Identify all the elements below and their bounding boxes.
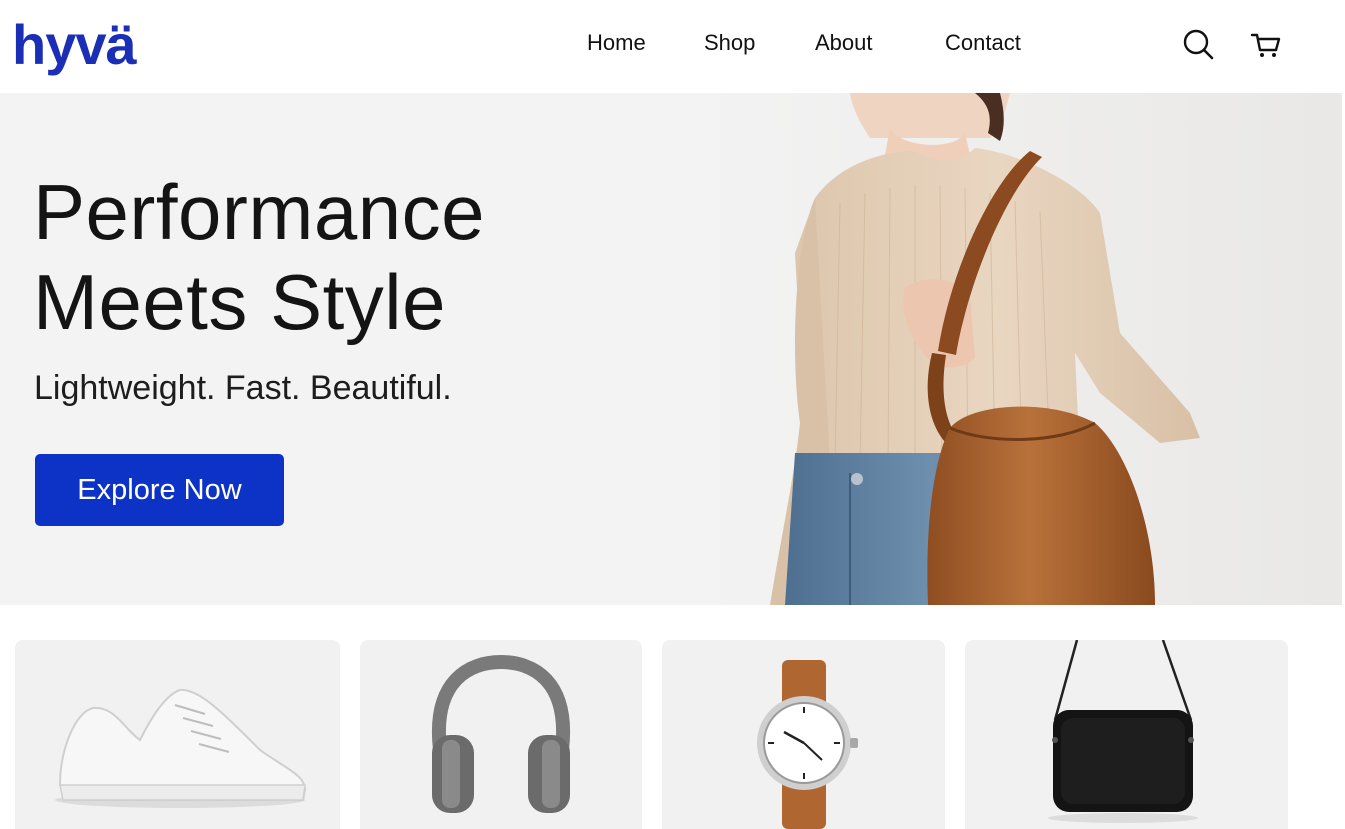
hero-subtitle: Lightweight. Fast. Beautiful. [34,369,452,407]
nav-home[interactable]: Home [587,30,646,56]
hero-banner: Performance Meets Style Lightweight. Fas… [0,93,1342,605]
hyva-logo[interactable]: hyvä [12,12,144,84]
hero-image [700,93,1342,605]
product-card-headphones[interactable] [360,640,642,829]
search-icon[interactable] [1180,26,1216,62]
nav-about[interactable]: About [815,30,873,56]
nav-contact[interactable]: Contact [945,30,1021,56]
nav-shop[interactable]: Shop [704,30,755,56]
crossbody-bag-image [1048,640,1198,823]
product-card-watch[interactable] [662,640,945,829]
cart-icon[interactable] [1248,26,1284,62]
product-card-sneaker[interactable] [15,640,340,829]
hero-title-line-1: Performance [33,168,486,256]
explore-now-button[interactable]: Explore Now [35,454,284,526]
hero-title-line-2: Meets Style [33,258,446,346]
headphones-image [431,654,571,813]
sneaker-image [55,688,307,808]
watch-image [757,660,858,829]
product-card-crossbody-bag[interactable] [965,640,1288,829]
svg-text:hyvä: hyvä [12,13,137,76]
site-header: hyvä Home Shop About Contact [0,0,1345,93]
hero-title: Performance Meets Style [33,167,485,347]
